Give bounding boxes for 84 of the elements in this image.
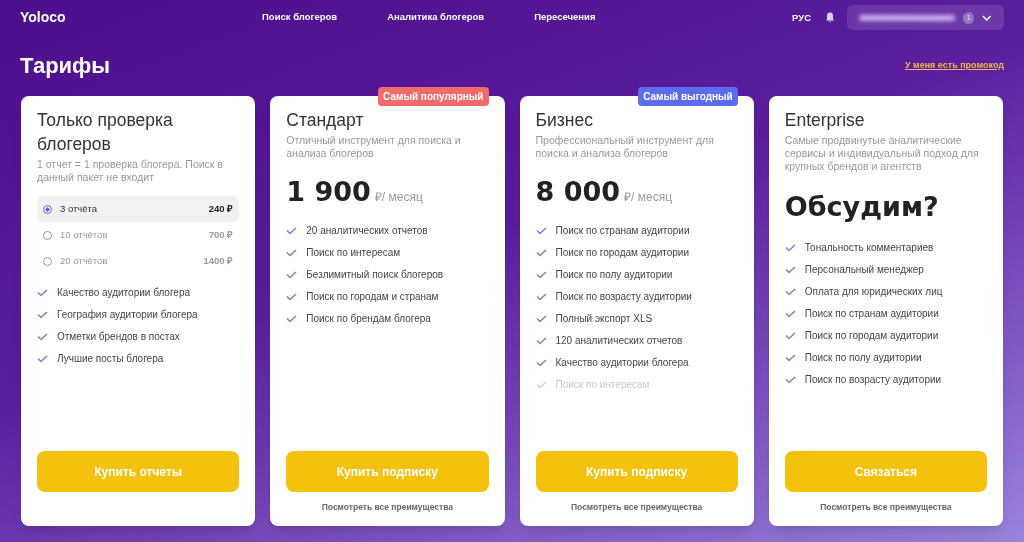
feature-text: Персональный менеджер <box>804 263 924 276</box>
feature-text: Поиск по странам аудитории <box>804 307 939 320</box>
benefits-link[interactable]: Посмотреть все преимущества <box>820 501 952 514</box>
plan-headline: Обсудим? <box>784 190 940 224</box>
check-icon <box>535 226 547 235</box>
feature-text: Поиск по брендам блогера <box>306 312 431 325</box>
feature-text: География аудитории блогера <box>57 308 198 321</box>
feature-text: Поиск по возрасту аудитории <box>804 373 942 386</box>
check-icon <box>286 270 298 279</box>
check-icon <box>535 336 547 345</box>
language-selector[interactable]: РУС <box>790 10 813 25</box>
check-icon <box>37 288 48 297</box>
plan-title: Только проверка блогеров <box>37 109 174 156</box>
feature-text: Безлимитный поиск блогеров <box>306 268 444 281</box>
check-icon <box>784 309 796 318</box>
option-label: 20 отчётов <box>60 253 108 268</box>
plan-title: Enterprise <box>784 109 866 132</box>
plan-description: 1 отчет = 1 проверка блогера. Поиск в данный пакет не входит <box>37 158 224 184</box>
feature-text: Лучшие посты блогера <box>57 352 164 365</box>
feature-text: Оплата для юридических лиц <box>804 285 943 298</box>
feature-text: Поиск по городам аудитории <box>804 329 939 342</box>
radio-button[interactable] <box>43 204 52 214</box>
plan-title: Стандарт <box>286 109 365 132</box>
check-icon <box>535 248 547 257</box>
check-icon <box>286 292 298 301</box>
check-icon <box>784 353 796 362</box>
bell-icon[interactable] <box>825 12 835 23</box>
plan-description: Профессиональный инструмент для поиска и анализа блогеров <box>535 134 715 160</box>
check-icon <box>535 314 547 323</box>
feature-text: 120 аналитических отчетов <box>555 334 683 347</box>
feature-text: Поиск по странам аудитории <box>555 224 690 237</box>
check-icon <box>535 380 547 389</box>
feature-text: Отметки брендов в постах <box>57 330 180 343</box>
check-icon <box>784 243 796 252</box>
benefits-link[interactable]: Посмотреть все преимущества <box>321 501 454 514</box>
benefits-link[interactable]: Посмотреть все преимущества <box>570 501 703 514</box>
check-icon <box>784 331 796 340</box>
plan-price: 1 900 <box>286 176 371 208</box>
nav-link[interactable]: Поиск блогеров <box>262 10 338 25</box>
check-icon <box>784 375 796 384</box>
nav-link[interactable]: Аналитика блогеров <box>387 10 485 25</box>
plan-badge: Самый популярный <box>378 87 489 106</box>
report-option[interactable]: 3 отчёта 240 ₽ <box>37 196 240 222</box>
promo-code-link[interactable]: У меня есть промокод <box>904 58 1004 73</box>
option-price: 1400 ₽ <box>203 253 234 268</box>
plan-description: Отличный инструмент для поиска и анализа блогеров <box>286 134 462 160</box>
feature-text: Поиск по городам и странам <box>306 290 439 303</box>
feature-text: 20 аналитических отчетов <box>306 224 428 237</box>
option-label: 10 отчётов <box>60 227 108 242</box>
option-label: 3 отчёта <box>60 201 98 216</box>
feature-text: Поиск по городам аудитории <box>555 246 689 259</box>
feature-text: Тональность комментариев <box>804 241 934 254</box>
feature-text: Качество аудитории блогера <box>555 356 689 369</box>
feature-text: Полный экспорт XLS <box>555 312 653 325</box>
check-icon <box>784 287 796 296</box>
feature-text: Поиск по возрасту аудитории <box>555 290 692 303</box>
feature-text: Качество аудитории блогера <box>57 286 191 299</box>
check-icon <box>286 248 298 257</box>
notification-count: 1 <box>962 11 975 24</box>
plan-description: Самые продвинутые аналитические сервисы и индивидуальный подход для крупных брендов и агентств <box>784 134 980 173</box>
check-icon <box>37 354 48 363</box>
check-icon <box>535 358 547 367</box>
check-icon <box>37 332 48 341</box>
plan-price: 8 000 <box>535 176 621 208</box>
check-icon <box>286 314 298 323</box>
plan-title: Бизнес <box>535 109 594 132</box>
check-icon <box>535 270 547 279</box>
check-icon <box>286 226 298 235</box>
feature-text: Поиск по интересам <box>306 246 401 259</box>
account-menu[interactable]: 1 <box>847 5 1004 30</box>
feature-text: Поиск по полу аудитории <box>555 268 673 281</box>
check-icon <box>535 292 547 301</box>
option-price: 240 ₽ <box>208 201 234 216</box>
nav-link[interactable]: Пересечения <box>534 10 596 25</box>
page-title: Тарифы <box>20 52 111 80</box>
feature-text: Поиск по полу аудитории <box>804 351 922 364</box>
plan-badge: Самый выгодный <box>638 87 738 106</box>
check-icon <box>37 310 48 319</box>
check-icon <box>784 265 796 274</box>
price-unit: ₽/ месяц <box>374 189 423 206</box>
price-unit: ₽/ месяц <box>624 189 672 206</box>
logo[interactable]: Yoloco <box>20 7 260 28</box>
chevron-down-icon <box>982 14 992 21</box>
option-price: 700 ₽ <box>208 227 234 242</box>
